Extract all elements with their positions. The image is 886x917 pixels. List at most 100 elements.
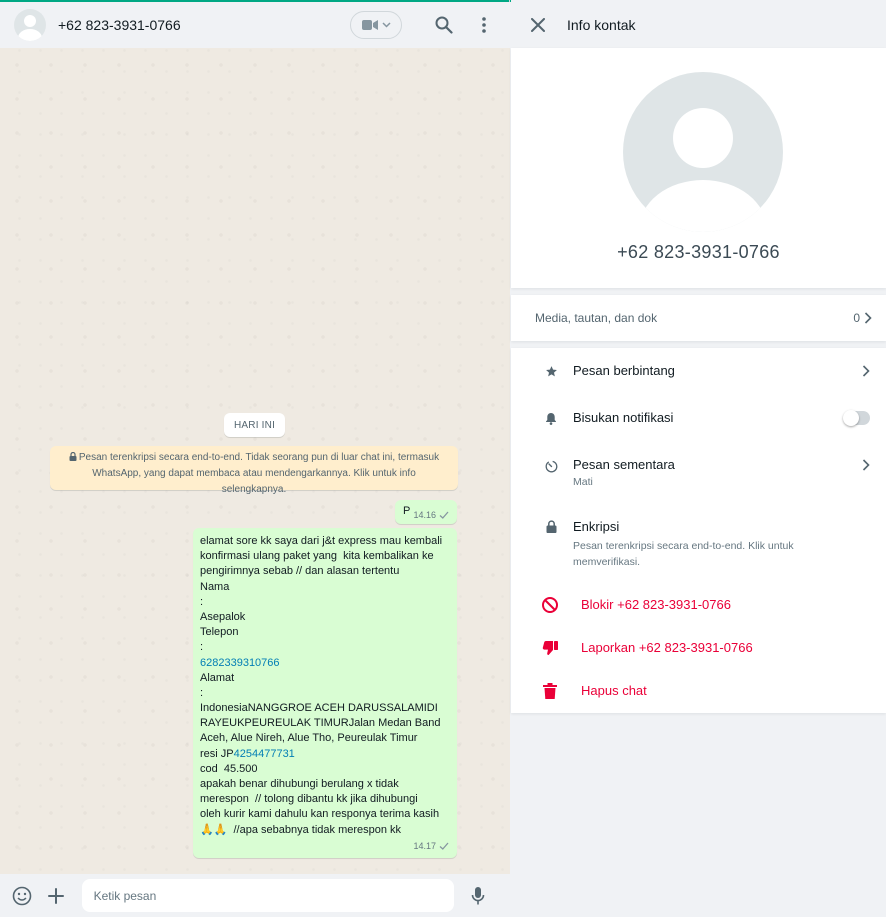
encryption-description-line1: Pesan terenkripsi secara end-to-end. Kli… [573,540,794,552]
encryption-notice-line1: Pesan terenkripsi secara end-to-end. Tid… [60,450,448,466]
resi-prefix: resi JP [200,747,234,760]
date-chip: HARI INI [224,413,286,437]
block-contact-label: Blokir +62 823-3931-0766 [581,597,731,612]
encryption-notice[interactable]: Pesan terenkripsi secara end-to-end. Tid… [50,446,458,495]
contact-info-title: Info kontak [567,17,636,33]
search-icon [435,16,453,34]
message-line: : [200,595,204,608]
report-contact-row[interactable]: Laporkan +62 823-3931-0766 [511,620,886,663]
message-input[interactable] [81,879,455,912]
bell-icon [543,410,559,426]
contact-info-pane: Info kontak +62 823-3931-0766 Media, tau… [511,0,886,917]
message-bubble-outgoing[interactable]: elamat sore kk saya dari j&t express mau… [193,528,457,858]
message-text: P [403,505,411,517]
contact-options-card: Pesan berbintang Bisukan notifikasi Pesa… [511,348,886,713]
message-time: 14.17 [413,840,436,851]
message-line: pengirimnya sebab // dan alasan tertentu [200,565,400,578]
video-call-button[interactable] [350,11,402,39]
message-line: : [200,686,204,699]
lock-icon [69,452,77,461]
message-line: apakah benar dihubungi berulang x tidak [200,778,399,790]
star-icon [543,363,559,379]
contact-info-header: Info kontak [511,2,886,48]
encryption-description-line2: memverifikasi. [573,556,641,568]
report-contact-label: Laporkan +62 823-3931-0766 [581,640,753,655]
message-meta: 14.17 [413,839,449,854]
single-check-icon [439,511,449,519]
close-icon[interactable] [531,18,545,32]
message-line: Alamat [200,671,235,684]
emoji-icon [12,886,32,905]
avatar-body-shape [18,29,42,41]
trash-icon [541,682,559,700]
single-check-icon [439,842,449,851]
media-links-docs-row[interactable]: Media, tautan, dan dok 0 [511,295,886,341]
chat-menu-button[interactable] [472,13,496,37]
contact-avatar[interactable] [14,9,46,41]
chevron-right-icon [860,363,872,379]
video-camera-icon [361,20,378,30]
phone-number-link[interactable]: 6282339310766 [200,656,450,671]
encryption-row[interactable]: Enkripsi Pesan terenkripsi secara end-to… [511,501,886,577]
toggle-knob [843,410,859,426]
block-contact-row[interactable]: Blokir +62 823-3931-0766 [511,577,886,620]
message-line: Aceh, Alue Nireh, Alue Tho, Peureulak Ti… [200,732,418,745]
message-meta: 14.16 [413,510,449,520]
message-line-resi: resi JP4254477731 [200,747,450,762]
emoji-button[interactable] [10,884,34,908]
disappearing-messages-row[interactable]: Pesan sementara Mati [511,441,886,501]
microphone-icon [471,886,485,904]
mute-toggle[interactable] [843,410,870,426]
timer-icon [543,458,559,474]
message-line: cod 45.500 [200,762,258,775]
message-time: 14.16 [413,510,436,520]
plus-icon [47,887,64,904]
profile-avatar[interactable] [623,72,783,232]
lock-icon [543,518,559,534]
message-line: konfirmasi ulang paket yang kita kembali… [200,550,434,563]
search-button[interactable] [432,13,456,37]
avatar-head-shape [24,15,36,27]
voice-message-button[interactable] [466,884,490,908]
more-vertical-icon [482,17,486,33]
message-line: Nama [200,580,230,593]
message-line: RAYEUKPEUREULAK TIMURJalan Medan Band [200,717,441,730]
delete-chat-label: Hapus chat [581,683,647,698]
chevron-down-icon [381,22,391,28]
starred-messages-row[interactable]: Pesan berbintang [511,348,886,394]
profile-card: +62 823-3931-0766 [511,48,886,288]
message-line: merespon // tolong dibantu kk jika dihub… [200,793,418,806]
disappearing-messages-status: Mati [573,476,593,488]
mute-notifications-row[interactable]: Bisukan notifikasi [511,394,886,441]
delete-chat-row[interactable]: Hapus chat [511,663,886,706]
media-count: 0 [853,311,860,325]
starred-messages-label: Pesan berbintang [573,363,675,378]
encryption-label: Enkripsi [573,519,620,534]
encryption-notice-line2: WhatsApp, yang dapat membaca atau menden… [92,468,416,495]
disappearing-messages-label: Pesan sementara [573,457,675,472]
message-line: IndonesiaNANGGROE ACEH DARUSSALAMIDI [200,702,438,715]
chat-contact-name[interactable]: +62 823-3931-0766 [58,17,350,33]
attach-button[interactable] [44,884,68,908]
chat-header: +62 823-3931-0766 [0,2,510,48]
encryption-notice-text1: Pesan terenkripsi secara end-to-end. Tid… [78,452,440,463]
message-line: Asepalok [200,610,246,623]
block-icon [541,596,559,614]
chat-messages-area[interactable]: HARI INI Pesan terenkripsi secara end-to… [0,48,510,874]
chat-pane: +62 823-3931-0766 HARI INI Pesan terenkr… [0,0,510,917]
message-line: 🙏🙏 //apa sebabnya tidak merespon kk [200,823,402,836]
avatar-body-shape [639,180,767,232]
resi-number-link[interactable]: 4254477731 [234,748,295,760]
media-label: Media, tautan, dan dok [535,311,658,325]
message-line: elamat sore kk saya dari j&t express mau… [200,535,443,547]
chevron-right-icon [860,457,872,473]
avatar-head-shape [673,108,733,168]
mute-notifications-label: Bisukan notifikasi [573,410,674,425]
message-line: : [200,641,204,654]
thumbs-down-icon [541,639,559,657]
message-line: oleh kurir kami dahulu kan responya teri… [200,808,440,821]
profile-name: +62 823-3931-0766 [617,242,780,262]
message-bubble-outgoing[interactable]: P 14.16 [395,500,457,524]
message-line: Telepon [200,626,239,639]
chevron-right-icon [864,312,872,324]
